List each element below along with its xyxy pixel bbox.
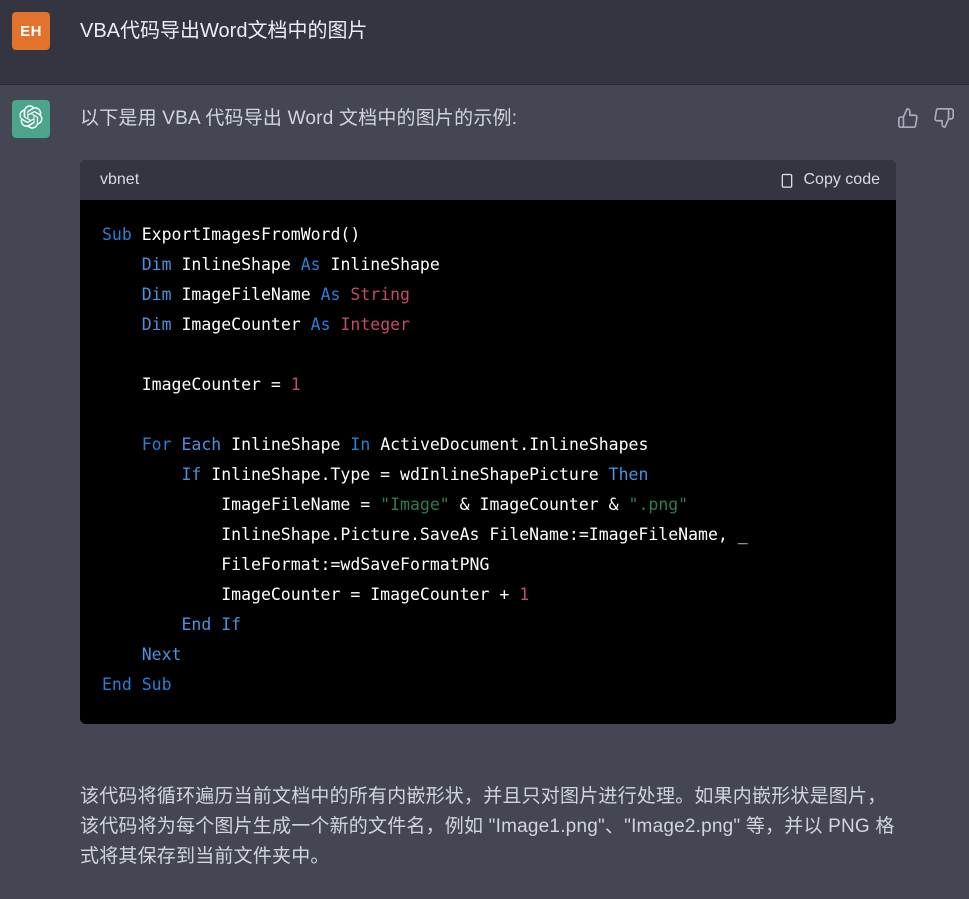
assistant-message-row: 以下是用 VBA 代码导出 Word 文档中的图片的示例: vbnet Copy…: [0, 85, 969, 899]
avatar-assistant: [12, 100, 50, 138]
thumbs-up-icon[interactable]: [897, 107, 919, 129]
openai-logo-icon: [19, 105, 43, 133]
assistant-message-body: 以下是用 VBA 代码导出 Word 文档中的图片的示例: vbnet Copy…: [80, 100, 904, 872]
message-feedback-actions: [897, 107, 955, 129]
code-block-header: vbnet Copy code: [80, 160, 896, 200]
conversation-title: VBA代码导出Word文档中的图片: [80, 20, 368, 42]
user-message-row: EH VBA代码导出Word文档中的图片: [0, 0, 969, 85]
clipboard-icon: [779, 172, 795, 189]
code-content: Sub ExportImagesFromWord() Dim InlineSha…: [102, 225, 748, 694]
copy-code-button[interactable]: Copy code: [779, 171, 881, 189]
code-language-label: vbnet: [100, 171, 140, 188]
copy-code-label: Copy code: [803, 171, 881, 188]
avatar-user: EH: [12, 12, 50, 50]
code-block: vbnet Copy code Sub ExportImagesFromWord…: [80, 160, 896, 724]
avatar-user-initials: EH: [20, 22, 42, 40]
assistant-closing-text: 该代码将循环遍历当前文档中的所有内嵌形状，并且只对图片进行处理。如果内嵌形状是图…: [80, 786, 895, 867]
assistant-intro-text: 以下是用 VBA 代码导出 Word 文档中的图片的示例:: [80, 108, 518, 129]
code-block-body[interactable]: Sub ExportImagesFromWord() Dim InlineSha…: [80, 200, 896, 724]
thumbs-down-icon[interactable]: [933, 107, 955, 129]
